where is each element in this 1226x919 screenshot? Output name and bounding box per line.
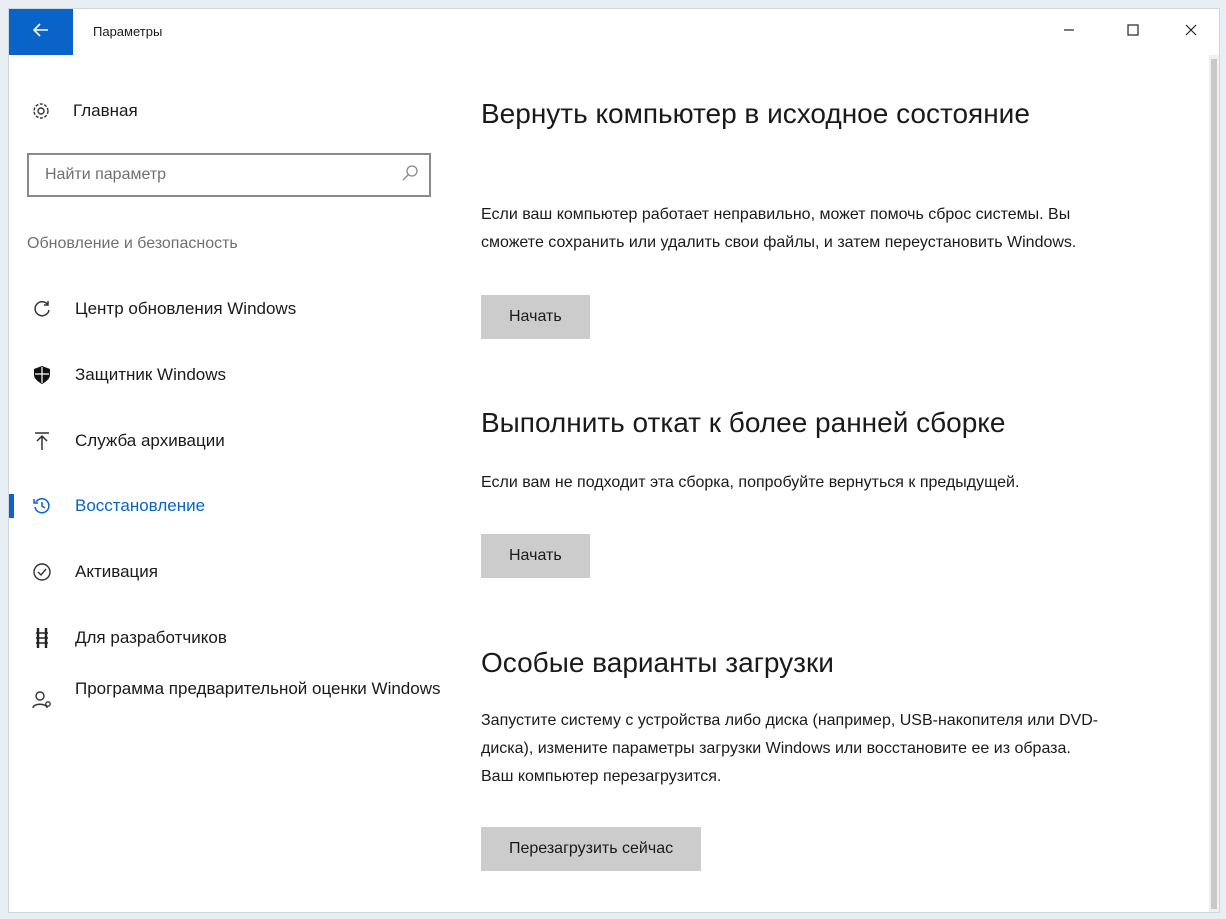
developer-icon (29, 625, 55, 651)
refresh-icon (29, 296, 55, 322)
sidebar-home[interactable]: Главная (29, 99, 138, 123)
sidebar-item-defender[interactable]: Защитник Windows (9, 355, 449, 395)
history-icon (29, 493, 55, 519)
search-input[interactable] (43, 165, 387, 185)
back-arrow-icon (32, 22, 49, 42)
sidebar-item-insider[interactable]: Программа предварительной оценки Windows (9, 675, 449, 735)
reset-start-button[interactable]: Начать (481, 295, 590, 339)
scrollbar[interactable] (1209, 55, 1219, 912)
section-text-rollback: Если вам не подходит эта сборка, попробу… (481, 474, 1020, 491)
maximize-button[interactable] (1101, 9, 1165, 55)
sidebar: Главная Обновление и безопасность Центр … (9, 55, 449, 912)
sidebar-item-label: Защитник Windows (75, 365, 226, 384)
sidebar-item-recovery[interactable]: Восстановление (9, 486, 449, 526)
close-button[interactable] (1159, 9, 1219, 55)
sidebar-home-label: Главная (73, 101, 138, 120)
active-indicator (9, 494, 14, 518)
sidebar-item-backup[interactable]: Служба архивации (9, 421, 449, 461)
sidebar-item-windows-update[interactable]: Центр обновления Windows (9, 289, 449, 329)
section-label: Обновление и безопасность (27, 235, 238, 252)
minimize-button[interactable] (1037, 9, 1101, 55)
insider-icon (29, 687, 55, 713)
gear-icon (29, 99, 53, 123)
sidebar-item-developers[interactable]: Для разработчиков (9, 618, 449, 658)
minimize-icon (1063, 23, 1075, 41)
rollback-start-button[interactable]: Начать (481, 534, 590, 578)
sidebar-item-label: Активация (75, 562, 158, 581)
sidebar-item-label: Программа предварительной оценки Windows (75, 679, 441, 698)
sidebar-item-label: Для разработчиков (75, 628, 227, 647)
sidebar-item-activation[interactable]: Активация (9, 552, 449, 592)
section-text-advanced-startup: Запустите систему с устройства либо диск… (481, 712, 1099, 785)
sidebar-item-label: Восстановление (75, 496, 206, 515)
maximize-icon (1127, 23, 1139, 41)
settings-window: Параметры Главная Найти параметр Обновле… (8, 8, 1220, 913)
restart-now-button[interactable]: Перезагрузить сейчас (481, 827, 702, 871)
sidebar-item-label: Служба архивации (75, 431, 225, 450)
upload-arrow-icon (29, 428, 55, 454)
check-circle-icon (29, 559, 55, 585)
title-bar: Параметры (9, 9, 1219, 55)
search-icon[interactable] (401, 164, 419, 187)
section-text-reset: Если ваш компьютер работает неправильно,… (481, 206, 1077, 251)
section-heading-reset: Вернуть компьютер в исходное состояние (481, 98, 1030, 129)
back-button[interactable] (9, 9, 73, 55)
section-heading-advanced-startup: Особые варианты загрузки (481, 647, 834, 678)
close-icon (1185, 23, 1197, 41)
scrollbar-thumb[interactable] (1211, 59, 1217, 909)
section-heading-rollback: Выполнить откат к более ранней сборке (481, 407, 1006, 438)
window-title: Параметры (93, 24, 163, 39)
sidebar-item-label: Центр обновления Windows (75, 299, 297, 318)
shield-icon (29, 362, 55, 388)
search-box[interactable] (27, 153, 431, 197)
